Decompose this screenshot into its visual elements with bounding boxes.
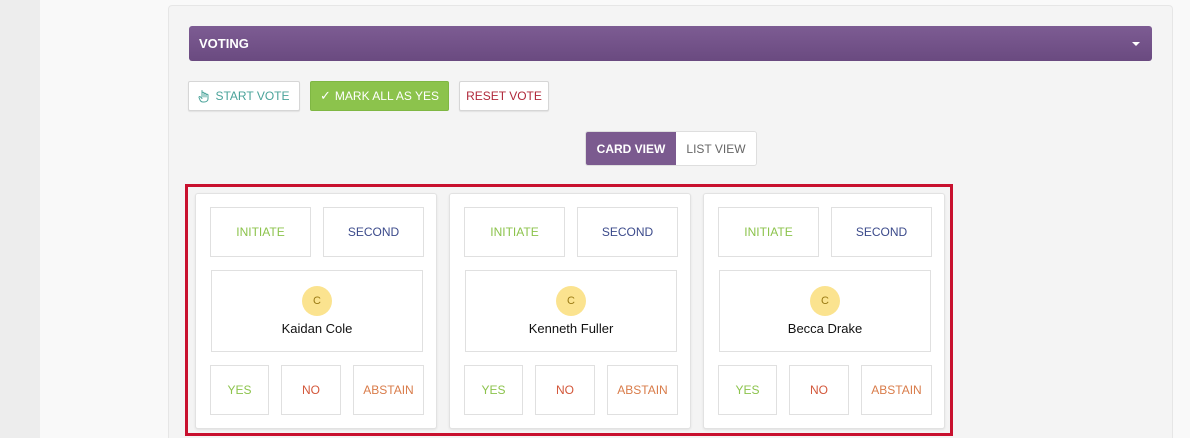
- voting-header-title: VOTING: [199, 36, 249, 51]
- second-button[interactable]: SECOND: [323, 207, 424, 257]
- avatar: C: [810, 286, 840, 316]
- mark-all-yes-button[interactable]: ✓ MARK ALL AS YES: [310, 81, 449, 111]
- mark-all-yes-label: MARK ALL AS YES: [334, 89, 439, 103]
- initiate-button[interactable]: INITIATE: [718, 207, 819, 257]
- no-button[interactable]: NO: [535, 365, 595, 415]
- start-vote-button[interactable]: START VOTE: [188, 81, 300, 111]
- avatar: C: [302, 286, 332, 316]
- yes-button[interactable]: YES: [464, 365, 523, 415]
- checkmark-icon: ✓: [320, 88, 331, 103]
- yes-button[interactable]: YES: [210, 365, 269, 415]
- start-vote-label: START VOTE: [215, 89, 290, 103]
- member-name: Kenneth Fuller: [528, 321, 614, 336]
- card-view-button[interactable]: CARD VIEW: [586, 132, 676, 165]
- reset-vote-button[interactable]: RESET VOTE: [459, 81, 549, 111]
- list-view-button[interactable]: LIST VIEW: [676, 132, 756, 165]
- member-card: INITIATE SECOND C Kaidan Cole YES NO ABS…: [195, 193, 437, 429]
- member-name: Becca Drake: [787, 321, 863, 336]
- member-card: INITIATE SECOND C Becca Drake YES NO ABS…: [703, 193, 945, 429]
- yes-button[interactable]: YES: [718, 365, 777, 415]
- avatar: C: [556, 286, 586, 316]
- initiate-button[interactable]: INITIATE: [210, 207, 311, 257]
- member-info: C Kenneth Fuller: [465, 270, 677, 352]
- hand-pointer-icon: [198, 90, 209, 103]
- reset-vote-label: RESET VOTE: [466, 89, 542, 103]
- view-toggle: CARD VIEW LIST VIEW: [585, 131, 757, 166]
- initiate-button[interactable]: INITIATE: [464, 207, 565, 257]
- member-card: INITIATE SECOND C Kenneth Fuller YES NO …: [449, 193, 691, 429]
- no-button[interactable]: NO: [281, 365, 341, 415]
- no-button[interactable]: NO: [789, 365, 849, 415]
- member-info: C Becca Drake: [719, 270, 931, 352]
- abstain-button[interactable]: ABSTAIN: [607, 365, 678, 415]
- member-name: Kaidan Cole: [281, 321, 353, 336]
- voting-header[interactable]: VOTING: [189, 26, 1152, 61]
- second-button[interactable]: SECOND: [831, 207, 932, 257]
- caret-down-icon[interactable]: [1132, 41, 1140, 46]
- second-button[interactable]: SECOND: [577, 207, 678, 257]
- member-info: C Kaidan Cole: [211, 270, 423, 352]
- left-rail: [0, 0, 40, 438]
- abstain-button[interactable]: ABSTAIN: [353, 365, 424, 415]
- abstain-button[interactable]: ABSTAIN: [861, 365, 932, 415]
